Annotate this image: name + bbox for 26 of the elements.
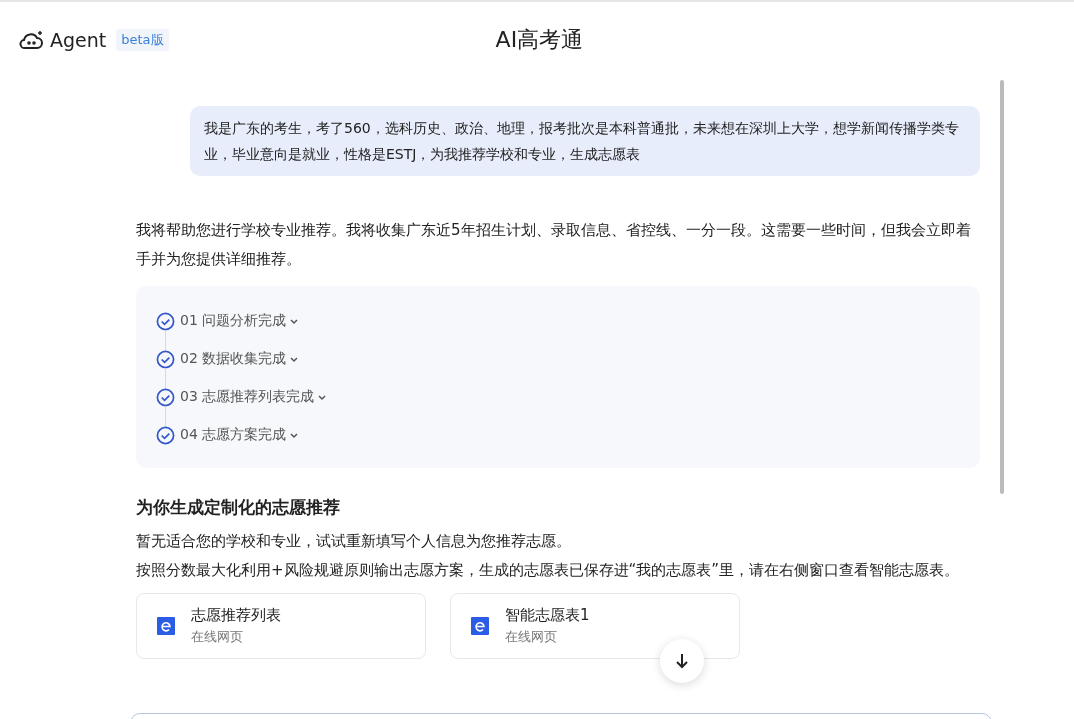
card-title: 志愿推荐列表 <box>191 606 281 625</box>
chevron-down-icon <box>289 430 300 440</box>
user-message: 我是广东的考生，考了560，选科历史、政治、地理，报考批次是本科普通批，未来想在深圳上大学，想学新闻传播学类专业，毕业意向是就业，性格是ESTJ，为我推荐学校和专业，生成志愿表 <box>190 106 980 176</box>
beta-badge: beta版 <box>116 29 169 51</box>
step-toggle[interactable]: 04 志愿方案完成 <box>180 426 300 444</box>
step-toggle[interactable]: 03 志愿推荐列表完成 <box>180 388 328 406</box>
web-page-icon <box>471 617 489 635</box>
scroll-down-button[interactable] <box>660 639 704 683</box>
link-card[interactable]: 志愿推荐列表 在线网页 <box>136 593 426 659</box>
step-toggle[interactable]: 02 数据收集完成 <box>180 350 300 368</box>
web-page-icon <box>157 617 175 635</box>
card-subtitle: 在线网页 <box>505 628 558 646</box>
page-title: AI高考通 <box>495 26 584 54</box>
cloud-logo-icon <box>18 29 44 51</box>
reply-text: 我将帮助您进行学校专业推荐。我将收集广东近5年招生计划、录取信息、省控线、一分一段。这需要一些时间，但我会立即着手并为您提供详细推荐。 <box>136 220 972 270</box>
section-title: 为你生成定制化的志愿推荐 <box>136 496 341 519</box>
card-subtitle: 在线网页 <box>191 628 244 646</box>
step-toggle[interactable]: 01 问题分析完成 <box>180 312 300 330</box>
chevron-down-icon <box>289 316 300 326</box>
arrow-down-icon <box>673 652 691 670</box>
paragraph: 暂无适合您的学校和专业，试试重新填写个人信息为您推荐志愿。 <box>136 531 572 552</box>
chevron-down-icon <box>317 392 328 402</box>
card-title: 智能志愿表1 <box>505 606 590 625</box>
paragraph: 按照分数最大化利用+风险规避原则输出志愿方案，生成的志愿表已保存进“我的志愿表”里，请在右侧窗口查看智能志愿表。 <box>136 560 961 581</box>
chevron-down-icon <box>289 354 300 364</box>
brand-name: Agent <box>50 29 107 51</box>
